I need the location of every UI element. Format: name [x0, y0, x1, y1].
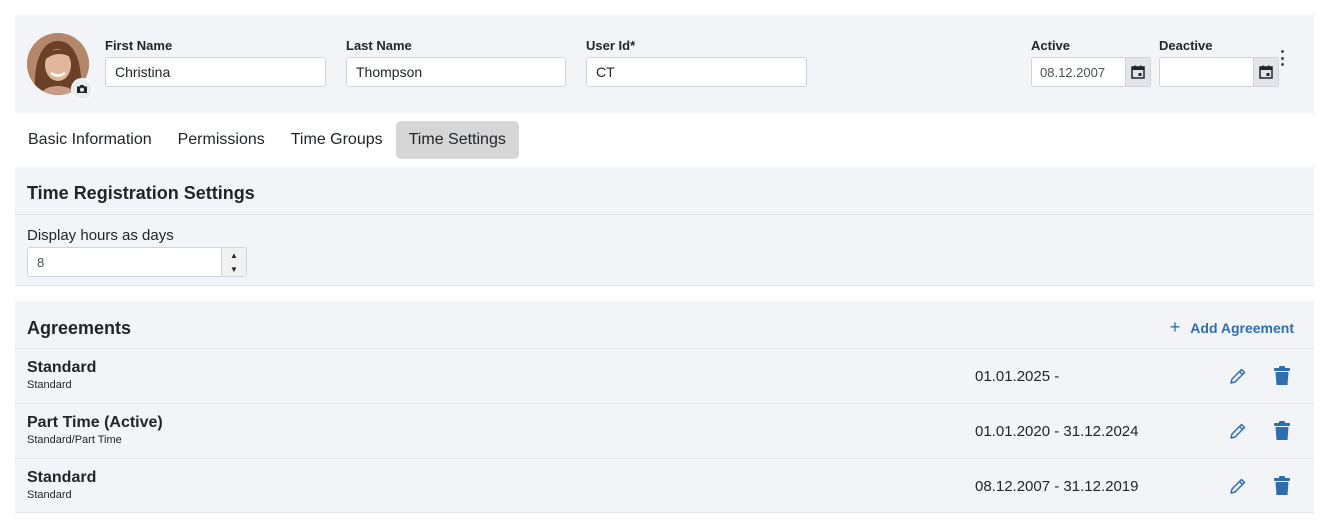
- agreement-name: Standard: [27, 359, 97, 376]
- decrement-button[interactable]: ▼: [222, 262, 246, 276]
- display-hours-label: Display hours as days: [27, 227, 174, 244]
- user-id-label: User Id*: [586, 38, 636, 53]
- trash-icon[interactable]: [1273, 421, 1291, 441]
- increment-button[interactable]: ▲: [222, 248, 246, 262]
- deactive-calendar-button[interactable]: [1253, 58, 1278, 86]
- time-registration-settings-card: Time Registration Settings Display hours…: [15, 167, 1314, 286]
- divider: [15, 214, 1314, 215]
- pencil-icon[interactable]: [1228, 476, 1248, 496]
- first-name-field[interactable]: [105, 57, 326, 87]
- agreement-type: Standard/Part Time: [27, 434, 122, 446]
- time-settings-title: Time Registration Settings: [27, 183, 255, 203]
- more-options-button[interactable]: [1277, 49, 1287, 67]
- kebab-dot: [1280, 56, 1284, 60]
- camera-icon: [77, 85, 87, 93]
- agreement-period: 08.12.2007 - 31.12.2019: [975, 478, 1139, 495]
- profile-tabs: Basic Information Permissions Time Group…: [15, 121, 519, 159]
- tab-time-groups[interactable]: Time Groups: [278, 121, 396, 159]
- tab-basic-information[interactable]: Basic Information: [15, 121, 165, 159]
- agreement-name: Standard: [27, 469, 97, 486]
- trash-icon[interactable]: [1273, 476, 1291, 496]
- agreements-card: Agreements + Add Agreement Standard Stan…: [15, 301, 1314, 513]
- profile-header: First Name Last Name User Id* Active 08.…: [15, 15, 1314, 113]
- active-calendar-button[interactable]: [1125, 58, 1150, 86]
- pencil-icon[interactable]: [1228, 366, 1248, 386]
- add-agreement-label: Add Agreement: [1190, 319, 1294, 336]
- agreement-row[interactable]: Part Time (Active) Standard/Part Time 01…: [15, 403, 1314, 458]
- active-label: Active: [1031, 38, 1071, 53]
- active-date-value[interactable]: 08.12.2007: [1032, 58, 1125, 86]
- agreement-type: Standard: [27, 379, 72, 391]
- deactive-label: Deactive: [1159, 38, 1213, 53]
- agreement-period: 01.01.2025 -: [975, 368, 1060, 385]
- display-hours-value[interactable]: 8: [28, 248, 221, 276]
- first-name-label: First Name: [105, 38, 173, 53]
- stepper-controls: ▲ ▼: [221, 248, 246, 276]
- tab-time-settings[interactable]: Time Settings: [395, 121, 519, 159]
- deactive-date-picker[interactable]: [1159, 57, 1279, 87]
- active-date-picker[interactable]: 08.12.2007: [1031, 57, 1151, 87]
- add-agreement-button[interactable]: + Add Agreement: [1170, 317, 1294, 338]
- kebab-dot: [1280, 63, 1284, 66]
- display-hours-stepper[interactable]: 8 ▲ ▼: [27, 247, 247, 277]
- last-name-field[interactable]: [346, 57, 566, 87]
- kebab-menu-icon: [1280, 50, 1284, 53]
- last-name-label: Last Name: [346, 38, 412, 53]
- deactive-date-value[interactable]: [1160, 58, 1253, 86]
- agreement-name: Part Time (Active): [27, 414, 163, 431]
- agreement-row[interactable]: Standard Standard 08.12.2007 - 31.12.201…: [15, 458, 1314, 513]
- tab-permissions[interactable]: Permissions: [165, 121, 278, 159]
- agreement-row[interactable]: Standard Standard 01.01.2025 -: [15, 348, 1314, 403]
- agreement-type: Standard: [27, 489, 72, 501]
- change-photo-button[interactable]: [71, 78, 93, 100]
- agreement-period: 01.01.2020 - 31.12.2024: [975, 423, 1139, 440]
- trash-icon[interactable]: [1273, 366, 1291, 386]
- pencil-icon[interactable]: [1228, 421, 1248, 441]
- user-id-field[interactable]: [586, 57, 807, 87]
- calendar-icon: [1131, 65, 1145, 79]
- agreements-title: Agreements: [27, 318, 132, 338]
- plus-icon: +: [1169, 317, 1181, 337]
- calendar-icon: [1259, 65, 1273, 79]
